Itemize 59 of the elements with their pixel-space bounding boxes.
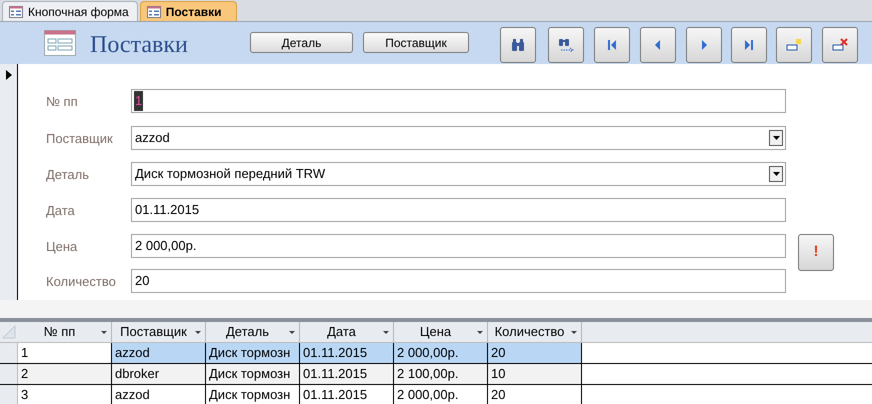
toolbar-button[interactable] xyxy=(776,27,812,63)
table-cell: Диск тормозн xyxy=(206,364,300,384)
field-label: № пп xyxy=(46,93,78,111)
toolbar-button[interactable] xyxy=(686,27,722,63)
toolbar-button[interactable] xyxy=(594,27,630,63)
input-field[interactable]: 20 xyxy=(131,269,786,293)
combo-box[interactable]: azzod xyxy=(131,126,786,150)
column-header[interactable]: Деталь xyxy=(206,322,300,342)
table-cell: 01.11.2015 xyxy=(300,343,394,363)
input-field[interactable]: 2 000,00р. xyxy=(131,234,786,258)
table-cell: dbroker xyxy=(112,364,206,384)
caret-icon xyxy=(772,172,780,176)
combo-box[interactable]: Диск тормозной передний TRW xyxy=(131,162,786,186)
field-label: Поставщик xyxy=(46,130,113,148)
delete-record-icon xyxy=(832,37,848,53)
toolbar-button[interactable] xyxy=(731,27,767,63)
binoculars-icon xyxy=(510,37,526,53)
column-header[interactable]: Количество xyxy=(488,322,582,342)
new-record-icon xyxy=(786,37,802,53)
caret-icon[interactable] xyxy=(101,331,107,334)
column-header[interactable]: № пп xyxy=(18,322,112,342)
field-label: Деталь xyxy=(46,166,89,184)
input-field[interactable]: 01.11.2015 xyxy=(131,198,786,222)
toolbar-button[interactable] xyxy=(822,27,858,63)
record-selector[interactable] xyxy=(0,64,18,300)
form-icon xyxy=(44,30,76,56)
form-icon xyxy=(146,6,161,18)
table-cell: 2 000,00р. xyxy=(394,343,488,363)
table-cell: 10 xyxy=(488,364,582,384)
tab[interactable]: Кнопочная форма xyxy=(2,1,138,21)
table-cell: Диск тормозн xyxy=(206,343,300,363)
column-header[interactable]: Дата xyxy=(300,322,394,342)
table-cell: 01.11.2015 xyxy=(300,364,394,384)
table-cell: 20 xyxy=(488,343,582,363)
tab[interactable]: Поставки xyxy=(140,1,237,21)
caret-icon[interactable] xyxy=(571,331,577,334)
table-cell: 2 xyxy=(18,364,112,384)
caret-icon[interactable] xyxy=(383,331,389,334)
table-cell: azzod xyxy=(112,343,206,363)
caret-icon[interactable] xyxy=(477,331,483,334)
field-label: Цена xyxy=(46,238,78,256)
form-icon xyxy=(9,6,23,18)
binoculars-arrow-icon xyxy=(558,37,574,53)
toolbar-button[interactable] xyxy=(500,27,536,63)
field-label: Количество xyxy=(46,273,116,291)
caret-icon[interactable] xyxy=(195,331,201,334)
caret-icon xyxy=(772,136,780,140)
form-title: Поставки xyxy=(90,31,188,60)
form-button[interactable]: Поставщик xyxy=(363,32,469,53)
column-header[interactable]: Цена xyxy=(394,322,488,342)
toolbar-button[interactable] xyxy=(548,27,584,63)
column-header[interactable]: Поставщик xyxy=(112,322,206,342)
current-record-icon xyxy=(6,70,12,80)
field-label: Дата xyxy=(46,202,75,220)
table-cell: 2 100,00р. xyxy=(394,364,488,384)
toolbar-button[interactable] xyxy=(640,27,676,63)
table-cell: Диск тормозн xyxy=(206,385,300,404)
caret-icon[interactable] xyxy=(289,331,295,334)
form-button[interactable]: Деталь xyxy=(250,32,353,53)
